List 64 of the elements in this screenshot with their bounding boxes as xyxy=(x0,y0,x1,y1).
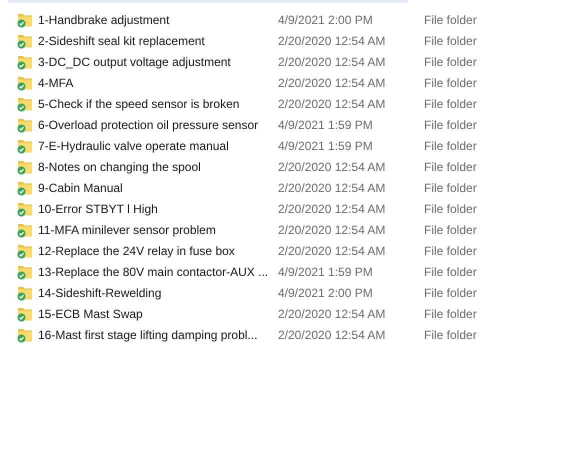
folder-name[interactable]: 15-ECB Mast Swap xyxy=(38,306,278,320)
item-type: File folder xyxy=(424,264,477,278)
date-modified: 2/20/2020 12:54 AM xyxy=(278,222,386,236)
synced-folder-icon xyxy=(16,264,34,280)
synced-folder-icon xyxy=(16,242,34,258)
date-modified: 2/20/2020 12:54 AM xyxy=(278,328,386,342)
synced-folder-icon xyxy=(16,306,34,322)
synced-folder-icon xyxy=(16,138,34,154)
synced-folder-icon xyxy=(16,96,34,112)
folder-name[interactable]: 13-Replace the 80V main contactor-AUX ... xyxy=(38,264,278,278)
synced-folder-icon xyxy=(16,32,34,48)
date-modified: 4/9/2021 1:59 PM xyxy=(278,118,374,132)
item-type: File folder xyxy=(424,180,477,194)
item-type: File folder xyxy=(424,76,477,90)
folder-name[interactable]: 6-Overload protection oil pressure sensor xyxy=(38,118,278,132)
date-modified: 4/9/2021 2:00 PM xyxy=(278,12,374,26)
folder-name[interactable]: 9-Cabin Manual xyxy=(38,180,278,194)
folder-name[interactable]: 2-Sideshift seal kit replacement xyxy=(38,34,278,48)
item-type: File folder xyxy=(424,244,477,258)
synced-folder-icon xyxy=(16,284,34,300)
folder-name[interactable]: 4-MFA xyxy=(38,76,278,90)
item-type: File folder xyxy=(424,306,477,320)
date-modified: 2/20/2020 12:54 AM xyxy=(278,34,386,48)
date-modified: 2/20/2020 12:54 AM xyxy=(278,76,386,90)
synced-folder-icon xyxy=(16,200,34,216)
date-modified: 4/9/2021 1:59 PM xyxy=(278,138,374,152)
date-modified: 4/9/2021 1:59 PM xyxy=(278,264,374,278)
synced-folder-icon xyxy=(16,222,34,238)
synced-folder-icon xyxy=(16,116,34,132)
date-modified: 2/20/2020 12:54 AM xyxy=(278,202,386,216)
item-type: File folder xyxy=(424,118,477,132)
folder-name[interactable]: 3-DC_DC output voltage adjustment xyxy=(38,54,278,68)
item-type: File folder xyxy=(424,286,477,300)
folder-name[interactable]: 11-MFA minilever sensor problem xyxy=(38,222,278,236)
date-modified: 4/9/2021 2:00 PM xyxy=(278,286,374,300)
item-type: File folder xyxy=(424,160,477,174)
item-type: File folder xyxy=(424,222,477,236)
item-type: File folder xyxy=(424,12,477,26)
date-modified: 2/20/2020 12:54 AM xyxy=(278,160,386,174)
date-modified: 2/20/2020 12:54 AM xyxy=(278,54,386,68)
folder-name[interactable]: 14-Sideshift-Rewelding xyxy=(38,286,278,300)
synced-folder-icon xyxy=(16,158,34,174)
folder-name[interactable]: 5-Check if the speed sensor is broken xyxy=(38,96,278,110)
item-type: File folder xyxy=(424,202,477,216)
item-type: File folder xyxy=(424,138,477,152)
item-type: File folder xyxy=(424,328,477,342)
synced-folder-icon xyxy=(16,12,34,28)
folder-name[interactable]: 8-Notes on changing the spool xyxy=(38,160,278,174)
date-modified: 2/20/2020 12:54 AM xyxy=(278,244,386,258)
item-type: File folder xyxy=(424,34,477,48)
item-type: File folder xyxy=(424,54,477,68)
date-modified: 2/20/2020 12:54 AM xyxy=(278,306,386,320)
synced-folder-icon xyxy=(16,54,34,70)
synced-folder-icon xyxy=(16,180,34,196)
item-type: File folder xyxy=(424,96,477,110)
folder-name[interactable]: 16-Mast first stage lifting damping probl... xyxy=(38,328,278,342)
folder-name[interactable]: 10-Error STBYT l High xyxy=(38,202,278,216)
folder-name[interactable]: 12-Replace the 24V relay in fuse box xyxy=(38,244,278,258)
folder-name[interactable]: 1-Handbrake adjustment xyxy=(38,12,278,26)
synced-folder-icon xyxy=(16,74,34,90)
date-modified: 2/20/2020 12:54 AM xyxy=(278,180,386,194)
synced-folder-icon xyxy=(16,326,34,342)
folder-name[interactable]: 7-E-Hydraulic valve operate manual xyxy=(38,138,278,152)
date-modified: 2/20/2020 12:54 AM xyxy=(278,96,386,110)
